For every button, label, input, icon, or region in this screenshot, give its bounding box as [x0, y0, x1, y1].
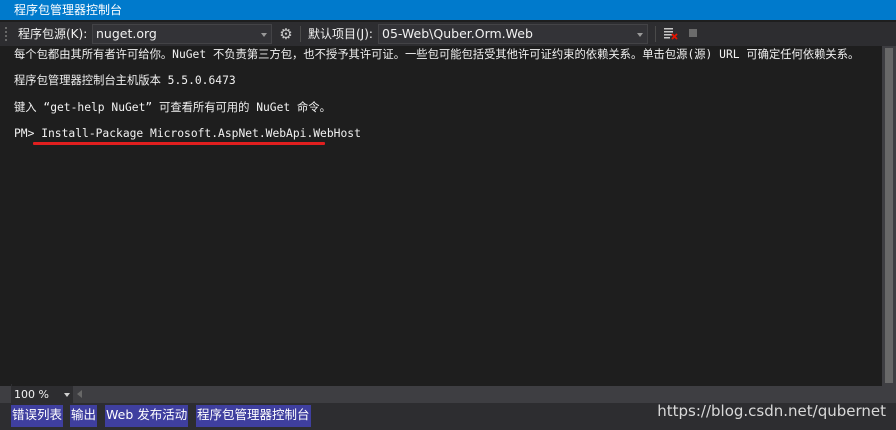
package-manager-console-window: 程序包管理器控制台 程序包源(K): nuget.org ⚙ 默认项目(J): … — [0, 0, 896, 430]
package-source-dropdown[interactable]: nuget.org — [92, 24, 272, 44]
default-project-label: 默认项目(J): — [308, 27, 373, 41]
toolbar: 程序包源(K): nuget.org ⚙ 默认项目(J): 05-Web\Qub… — [0, 22, 896, 46]
console-line-license: 每个包都由其所有者许可给你。NuGet 不负责第三方包，也不授予其许可证。一些包… — [14, 48, 860, 61]
gear-icon[interactable]: ⚙ — [277, 25, 295, 43]
console-line-help: 键入 “get-help NuGet” 可查看所有可用的 NuGet 命令。 — [14, 101, 331, 114]
chevron-down-icon — [64, 393, 70, 397]
package-source-value: nuget.org — [96, 26, 157, 41]
zoom-dropdown[interactable]: 100 % — [11, 386, 73, 403]
tab-error-list[interactable]: 错误列表 — [11, 405, 64, 427]
toolbar-separator — [655, 26, 656, 42]
console-line-version: 程序包管理器控制台主机版本 5.5.0.6473 — [14, 74, 236, 87]
red-underline-annotation — [33, 142, 325, 145]
default-project-dropdown[interactable]: 05-Web\Quber.Orm.Web — [378, 24, 648, 44]
console-output[interactable]: 每个包都由其所有者许可给你。NuGet 不负责第三方包，也不授予其许可证。一些包… — [11, 46, 882, 384]
watermark-text: https://blog.csdn.net/qubernet — [657, 402, 886, 420]
zoom-value: 100 % — [14, 388, 49, 401]
vertical-scrollbar[interactable] — [882, 46, 896, 386]
console-line-command[interactable]: PM> Install-Package Microsoft.AspNet.Web… — [14, 127, 361, 140]
scrollbar-thumb[interactable] — [885, 48, 893, 383]
window-title: 程序包管理器控制台 — [0, 0, 896, 20]
default-project-value: 05-Web\Quber.Orm.Web — [382, 26, 533, 41]
tab-package-manager-console[interactable]: 程序包管理器控制台 — [196, 405, 311, 427]
scroll-left-icon[interactable] — [77, 390, 82, 398]
stop-icon[interactable] — [684, 25, 702, 43]
clear-console-icon[interactable] — [661, 25, 679, 43]
tab-web-publish-activity[interactable]: Web 发布活动 — [105, 405, 189, 427]
tab-output[interactable]: 输出 — [70, 405, 98, 427]
toolbar-grip[interactable] — [4, 26, 8, 42]
chevron-down-icon — [261, 33, 267, 37]
chevron-down-icon — [637, 33, 643, 37]
package-source-label: 程序包源(K): — [18, 27, 88, 41]
toolbar-separator — [300, 26, 301, 42]
